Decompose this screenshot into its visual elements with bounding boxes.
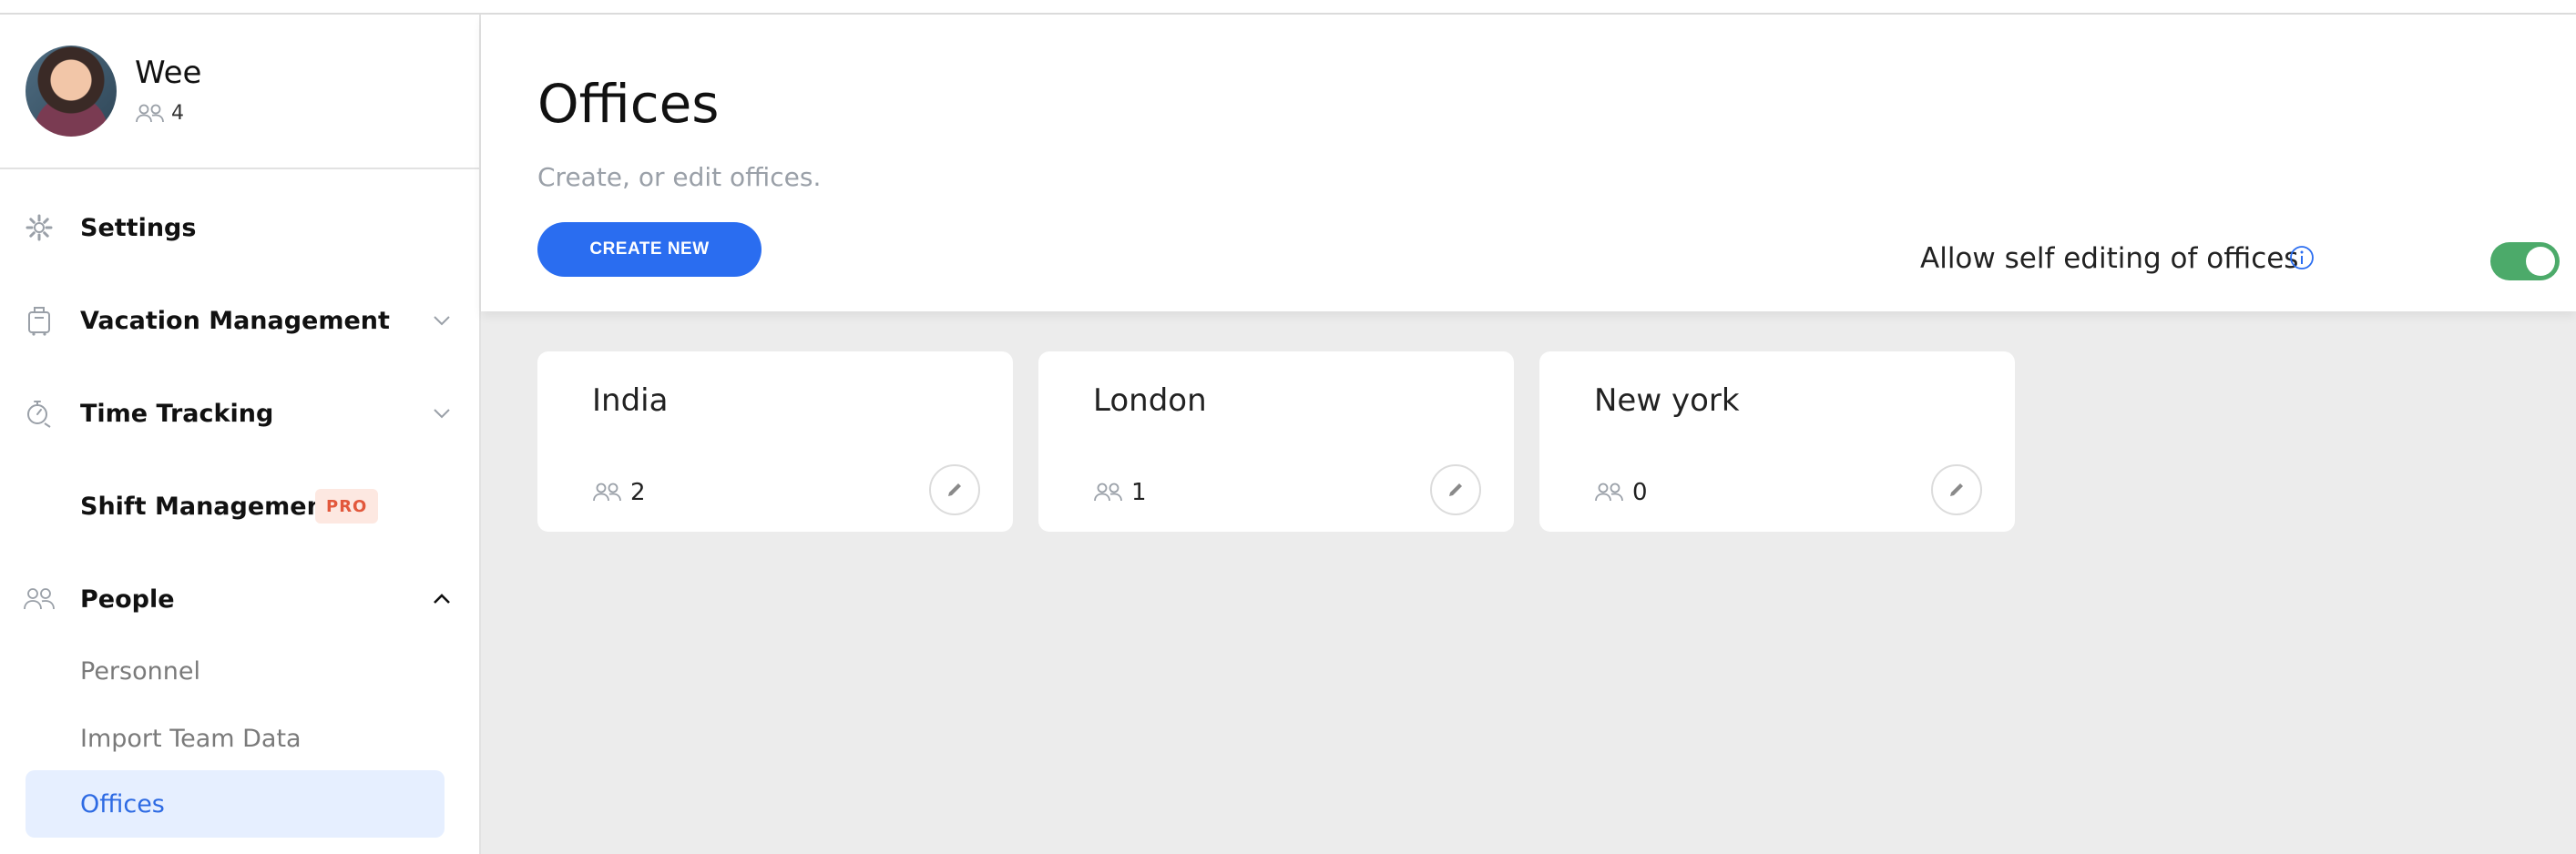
edit-office-button[interactable]: [1430, 464, 1481, 515]
office-name: New york: [1594, 382, 1740, 419]
sidebar-item-label: Shift Management: [80, 492, 336, 521]
luggage-icon: [24, 305, 55, 336]
sidebar-item-settings[interactable]: Settings: [0, 191, 479, 264]
page-header: Offices Create, or edit offices. CREATE …: [481, 15, 2576, 311]
people-icon: [593, 483, 621, 502]
office-name: India: [592, 382, 669, 419]
member-count-value: 4: [171, 102, 184, 125]
people-icon: [24, 584, 55, 615]
sidebar-item-label: Settings: [80, 213, 197, 242]
create-new-button[interactable]: CREATE NEW: [537, 222, 762, 277]
people-icon: [136, 104, 164, 122]
office-card[interactable]: New york 0: [1539, 351, 2015, 532]
avatar[interactable]: [26, 46, 117, 137]
edit-office-button[interactable]: [1931, 464, 1982, 515]
chevron-down-icon[interactable]: [432, 310, 452, 330]
sidebar-subitem-offices[interactable]: Offices: [26, 770, 445, 838]
office-name: London: [1093, 382, 1207, 419]
self-edit-toggle[interactable]: [2490, 242, 2560, 280]
sidebar-item-label: People: [80, 585, 175, 614]
page-title: Offices: [537, 73, 720, 135]
pencil-icon: [948, 483, 961, 496]
profile-member-count: 4: [135, 102, 184, 125]
toggle-knob: [2526, 247, 2555, 276]
profile-name: Wee: [135, 55, 202, 91]
self-edit-label: Allow self editing of offices: [1920, 242, 2299, 275]
sidebar-subitem-label: Import Team Data: [80, 724, 302, 753]
member-count-value: 1: [1131, 479, 1147, 506]
pro-badge: PRO: [315, 489, 379, 524]
sidebar: Wee 4 Settings Vacation Management Time …: [0, 15, 481, 854]
member-count-value: 0: [1632, 479, 1648, 506]
sidebar-subitem-personnel[interactable]: Personnel: [26, 637, 445, 705]
main-content: Offices Create, or edit offices. CREATE …: [481, 15, 2576, 854]
chevron-down-icon[interactable]: [432, 403, 452, 423]
stopwatch-icon: [24, 398, 55, 429]
gear-icon: [24, 212, 55, 243]
office-card[interactable]: India 2: [537, 351, 1013, 532]
edit-office-button[interactable]: [929, 464, 980, 515]
page-subtitle: Create, or edit offices.: [537, 162, 822, 192]
sidebar-subitem-label: Offices: [80, 789, 165, 818]
sidebar-item-label: Time Tracking: [80, 399, 274, 428]
sidebar-item-shift-management[interactable]: Shift Management PRO: [0, 470, 479, 543]
chevron-up-icon[interactable]: [432, 589, 452, 609]
top-border: [0, 0, 2576, 15]
office-member-count: 2: [592, 479, 646, 506]
sidebar-item-people[interactable]: People: [0, 563, 479, 635]
pencil-icon: [1950, 483, 1963, 496]
sidebar-item-vacation-management[interactable]: Vacation Management: [0, 284, 479, 357]
member-count-value: 2: [630, 479, 646, 506]
office-member-count: 0: [1594, 479, 1648, 506]
people-icon: [1094, 483, 1122, 502]
sidebar-subitem-label: Personnel: [80, 656, 200, 686]
people-icon: [1595, 483, 1623, 502]
sidebar-subitem-import-team-data[interactable]: Import Team Data: [26, 705, 445, 772]
office-card[interactable]: London 1: [1038, 351, 1514, 532]
sidebar-item-label: Vacation Management: [80, 306, 390, 335]
sidebar-item-time-tracking[interactable]: Time Tracking: [0, 377, 479, 450]
info-icon[interactable]: [2288, 244, 2315, 271]
office-member-count: 1: [1093, 479, 1147, 506]
pencil-icon: [1449, 483, 1462, 496]
profile-header[interactable]: Wee 4: [0, 15, 479, 169]
